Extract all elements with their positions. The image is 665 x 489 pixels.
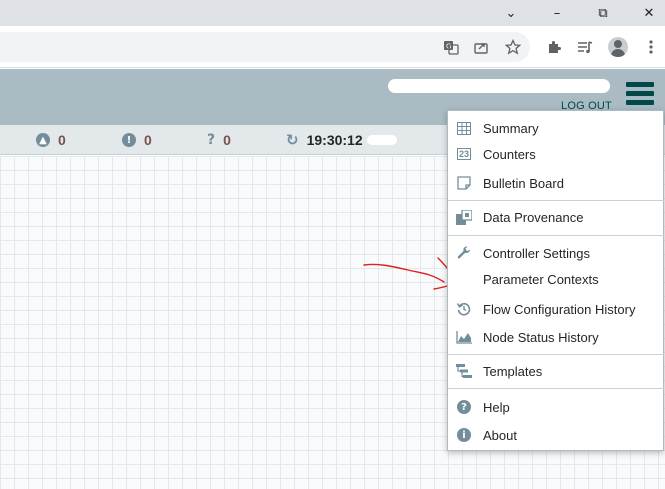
question-icon: ?	[207, 132, 216, 148]
menu-item-bulletin-board[interactable]: Bulletin Board	[448, 170, 664, 196]
last-refreshed-status: ↻ 19:30:12	[286, 125, 397, 155]
close-window-button[interactable]: ✕	[626, 0, 665, 26]
menu-item-about[interactable]: i About	[448, 422, 664, 448]
sticky-note-icon	[456, 175, 472, 191]
share-icon[interactable]	[467, 26, 495, 68]
area-chart-icon	[456, 329, 472, 345]
provenance-icon	[456, 209, 472, 225]
table-icon	[456, 120, 472, 136]
locally-modified-status: ! 0	[122, 125, 152, 155]
locally-modified-count: 0	[144, 132, 152, 148]
up-arrow-circle-icon: ▲	[36, 133, 50, 147]
reading-list-icon[interactable]	[571, 26, 599, 68]
history-icon	[456, 301, 472, 317]
menu-divider	[448, 388, 664, 389]
info-circle-icon: i	[456, 427, 472, 443]
refresh-icon[interactable]: ↻	[286, 131, 299, 149]
bookmark-star-icon[interactable]	[499, 26, 527, 68]
more-icon[interactable]	[637, 26, 665, 68]
menu-divider	[448, 200, 664, 201]
tab-search-chevron-icon[interactable]: ⌄	[488, 0, 534, 26]
menu-item-templates[interactable]: Templates	[448, 358, 664, 384]
menu-item-parameter-contexts[interactable]: Parameter Contexts	[448, 266, 664, 292]
menu-divider	[448, 235, 664, 236]
menu-divider	[448, 354, 664, 355]
counter-icon: 23	[456, 148, 471, 160]
menu-item-summary[interactable]: Summary	[448, 115, 664, 141]
profile-icon[interactable]	[604, 26, 632, 68]
avatar	[608, 37, 628, 57]
timezone-redacted	[366, 135, 397, 145]
question-circle-icon: ?	[456, 399, 472, 415]
browser-toolbar: G	[0, 26, 665, 68]
menu-item-controller-settings[interactable]: Controller Settings	[448, 240, 664, 266]
browser-titlebar: ⌄ – ⧉ ✕	[0, 0, 665, 26]
up-to-date-count: 0	[58, 132, 66, 148]
current-user-redacted	[388, 79, 610, 93]
menu-item-counters[interactable]: 23 Counters	[448, 141, 664, 167]
extensions-icon[interactable]	[540, 26, 568, 68]
unknown-status: ? 0	[207, 125, 231, 155]
menu-item-flow-configuration-history[interactable]: Flow Configuration History	[448, 296, 664, 322]
global-menu: Summary 23 Counters Bulletin Board Data …	[447, 110, 664, 451]
minimize-button[interactable]: –	[534, 0, 580, 26]
last-refreshed-time: 19:30:12	[306, 132, 363, 148]
up-to-date-status: ▲ 0	[36, 125, 66, 155]
templates-icon	[456, 363, 472, 379]
exclamation-circle-icon: !	[122, 133, 136, 147]
translate-icon[interactable]: G	[437, 26, 465, 68]
restore-button[interactable]: ⧉	[580, 0, 626, 26]
wrench-icon	[456, 245, 472, 261]
menu-item-help[interactable]: ? Help	[448, 394, 664, 420]
global-menu-hamburger-icon[interactable]	[626, 82, 654, 108]
unknown-count: 0	[223, 132, 231, 148]
menu-item-node-status-history[interactable]: Node Status History	[448, 324, 664, 350]
menu-item-data-provenance[interactable]: Data Provenance	[448, 204, 664, 230]
